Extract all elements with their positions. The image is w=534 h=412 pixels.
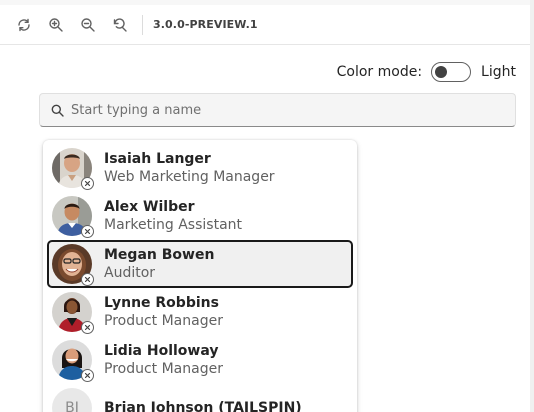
reset-zoom-icon[interactable] [108,13,132,37]
toolbar-divider [142,14,143,35]
person-item-isaiah-langer[interactable]: Isaiah Langer Web Marketing Manager [47,144,353,192]
avatar [52,148,94,190]
presence-offline-icon [81,177,94,190]
person-name: Megan Bowen [104,247,215,263]
toggle-knob [435,66,448,78]
people-search-box[interactable] [39,93,516,127]
toolbar: 3.0.0-PREVIEW.1 [0,5,534,45]
search-icon [49,102,65,118]
color-mode-toggle[interactable] [431,62,472,82]
person-role: Web Marketing Manager [104,169,275,185]
person-name: Lynne Robbins [104,295,219,311]
person-item-alex-wilber[interactable]: Alex Wilber Marketing Assistant [47,192,353,240]
person-item-lidia-holloway[interactable]: Lidia Holloway Product Manager [47,336,353,384]
avatar [52,340,94,382]
people-suggestions-list: Isaiah Langer Web Marketing Manager Alex [43,140,357,412]
person-item-brian-johnson[interactable]: BJ Brian Johnson (TAILSPIN) [47,384,353,412]
person-item-lynne-robbins[interactable]: Lynne Robbins Product Manager [47,288,353,336]
person-role: Product Manager [104,313,223,329]
person-name: Isaiah Langer [104,151,211,167]
color-mode-control: Color mode: Light [337,60,516,84]
presence-offline-icon [81,369,94,382]
color-mode-value: Light [481,64,516,80]
search-input[interactable] [71,102,501,118]
person-name: Lidia Holloway [104,343,219,359]
avatar [52,292,94,334]
presence-offline-icon [81,225,94,238]
avatar-initials: BJ [52,388,92,412]
person-role: Auditor [104,265,156,281]
version-label: 3.0.0-PREVIEW.1 [153,18,258,31]
presence-offline-icon [81,321,94,334]
color-mode-label: Color mode: [336,64,423,80]
scrollbar-track [530,0,534,412]
refresh-icon[interactable] [12,13,36,37]
avatar [52,196,94,238]
person-role: Marketing Assistant [104,217,243,233]
person-name: Brian Johnson (TAILSPIN) [104,400,302,412]
zoom-in-icon[interactable] [44,13,68,37]
person-name: Alex Wilber [104,199,195,215]
person-role: Product Manager [104,361,223,377]
person-item-megan-bowen[interactable]: Megan Bowen Auditor [47,240,353,288]
zoom-out-icon[interactable] [76,13,100,37]
presence-offline-icon [81,273,94,286]
avatar [52,244,94,286]
avatar: BJ [52,388,92,412]
